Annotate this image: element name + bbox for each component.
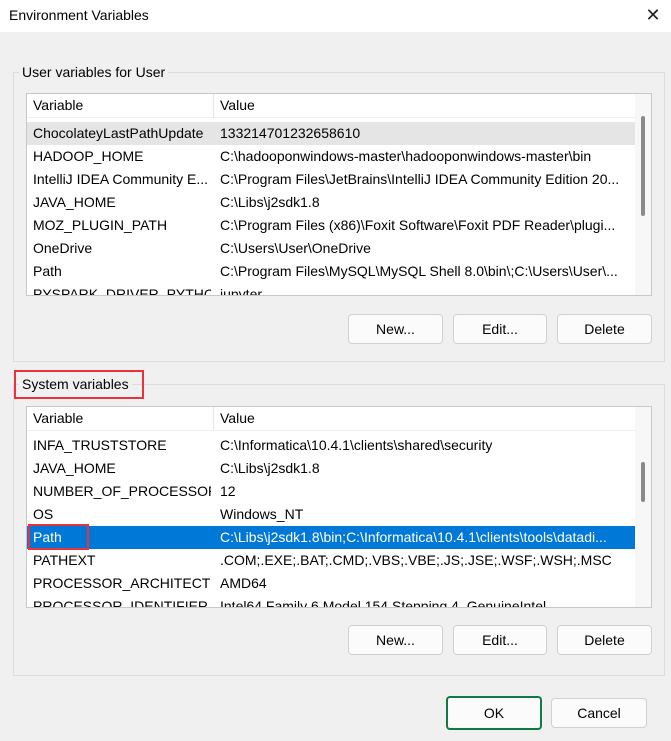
table-row[interactable]: JAVA_HOME C:\Libs\j2sdk1.8	[27, 191, 635, 214]
variable-name: PROCESSOR_IDENTIFIER	[33, 598, 209, 608]
table-row[interactable]: MOZ_PLUGIN_PATH C:\Program Files (x86)\F…	[27, 214, 635, 237]
system-delete-button[interactable]: Delete	[557, 625, 652, 655]
user-edit-button[interactable]: Edit...	[453, 314, 547, 344]
user-variables-legend: User variables for User	[19, 64, 169, 80]
table-row[interactable]: PROCESSOR_IDENTIFIER Intel64 Family 6 Mo…	[27, 595, 635, 608]
column-header-value[interactable]: Value	[220, 410, 255, 426]
system-edit-button[interactable]: Edit...	[453, 625, 547, 655]
variable-name: PATHEXT	[33, 552, 96, 568]
column-separator[interactable]	[213, 94, 214, 118]
scrollbar-thumb[interactable]	[641, 462, 645, 502]
ok-button[interactable]: OK	[446, 696, 542, 730]
column-header-variable[interactable]: Variable	[33, 410, 83, 426]
table-row[interactable]: OS Windows_NT	[27, 503, 635, 526]
variable-value: C:\Informatica\10.4.1\clients\shared\sec…	[220, 437, 493, 453]
column-header-variable[interactable]: Variable	[33, 97, 83, 113]
variable-name: NUMBER_OF_PROCESSORS	[33, 483, 211, 499]
table-row[interactable]: NUMBER_OF_PROCESSORS 12	[27, 480, 635, 503]
list-header: Variable Value	[27, 407, 651, 431]
variable-value: C:\Users\User\OneDrive	[220, 240, 371, 256]
system-variables-legend: System variables	[19, 376, 132, 392]
variable-value: Intel64 Family 6 Model 154 Stepping 4, G…	[220, 598, 547, 608]
variable-value: C:\Libs\j2sdk1.8\bin;C:\Informatica\10.4…	[220, 529, 607, 545]
scrollbar-thumb[interactable]	[641, 116, 645, 216]
system-new-button[interactable]: New...	[348, 625, 443, 655]
variable-value: C:\Program Files\JetBrains\IntelliJ IDEA…	[220, 171, 620, 187]
vertical-scrollbar[interactable]	[635, 407, 651, 607]
variable-value: 133214701232658610	[220, 125, 361, 141]
variable-value: C:\Libs\j2sdk1.8	[220, 194, 320, 210]
table-row[interactable]: ChocolateyLastPathUpdate 133214701232658…	[27, 122, 635, 145]
variable-value: jupyter	[220, 286, 263, 296]
cancel-button[interactable]: Cancel	[551, 698, 647, 728]
window-title: Environment Variables	[9, 7, 149, 23]
variable-name: JAVA_HOME	[33, 194, 116, 210]
variable-value: C:\Program Files (x86)\Foxit Software\Fo…	[220, 217, 616, 233]
variable-name: Path	[33, 529, 62, 545]
variable-value: AMD64	[220, 575, 267, 591]
column-separator[interactable]	[213, 407, 214, 431]
variable-value: C:\Libs\j2sdk1.8	[220, 460, 320, 476]
column-header-value[interactable]: Value	[220, 97, 255, 113]
user-variables-list[interactable]: Variable Value ChocolateyLastPathUpdate …	[26, 93, 652, 296]
variable-value: C:\Program Files\MySQL\MySQL Shell 8.0\b…	[220, 263, 618, 279]
close-icon[interactable]: ✕	[635, 0, 671, 32]
variable-name: PYSPARK_DRIVER_PYTHON	[33, 286, 211, 296]
variable-value: Windows_NT	[220, 506, 304, 522]
table-row[interactable]: OneDrive C:\Users\User\OneDrive	[27, 237, 635, 260]
variable-name: OneDrive	[33, 240, 93, 256]
system-variables-list[interactable]: Variable Value INFA_TRUSTSTORE C:\Inform…	[26, 406, 652, 608]
table-row[interactable]: Path C:\Program Files\MySQL\MySQL Shell …	[27, 260, 635, 283]
table-row[interactable]: HADOOP_HOME C:\hadooponwindows-master\ha…	[27, 145, 635, 168]
table-row[interactable]: PATHEXT .COM;.EXE;.BAT;.CMD;.VBS;.VBE;.J…	[27, 549, 635, 572]
variable-name: Path	[33, 263, 62, 279]
variable-name: JAVA_HOME	[33, 460, 116, 476]
variable-value: C:\hadooponwindows-master\hadooponwindow…	[220, 148, 592, 164]
variable-name: IntelliJ IDEA Community E...	[33, 171, 209, 187]
variable-value: 12	[220, 483, 236, 499]
list-header: Variable Value	[27, 94, 651, 118]
user-delete-button[interactable]: Delete	[557, 314, 652, 344]
variable-name: PROCESSOR_ARCHITECTU...	[33, 575, 211, 591]
variable-name: HADOOP_HOME	[33, 148, 144, 164]
table-row[interactable]: PYSPARK_DRIVER_PYTHON jupyter	[27, 283, 635, 296]
variable-name: OS	[33, 506, 54, 522]
variable-name: ChocolateyLastPathUpdate	[33, 125, 204, 141]
variable-value: .COM;.EXE;.BAT;.CMD;.VBS;.VBE;.JS;.JSE;.…	[220, 552, 612, 568]
table-row[interactable]: JAVA_HOME C:\Libs\j2sdk1.8	[27, 457, 635, 480]
table-row[interactable]: INFA_TRUSTSTORE C:\Informatica\10.4.1\cl…	[27, 434, 635, 457]
table-row[interactable]: IntelliJ IDEA Community E... C:\Program …	[27, 168, 635, 191]
vertical-scrollbar[interactable]	[635, 94, 651, 295]
table-row-selected[interactable]: Path C:\Libs\j2sdk1.8\bin;C:\Informatica…	[27, 526, 635, 549]
user-new-button[interactable]: New...	[348, 314, 443, 344]
variable-name: INFA_TRUSTSTORE	[33, 437, 167, 453]
table-row[interactable]: PROCESSOR_ARCHITECTU... AMD64	[27, 572, 635, 595]
variable-name: MOZ_PLUGIN_PATH	[33, 217, 168, 233]
title-bar: Environment Variables ✕	[0, 0, 671, 32]
